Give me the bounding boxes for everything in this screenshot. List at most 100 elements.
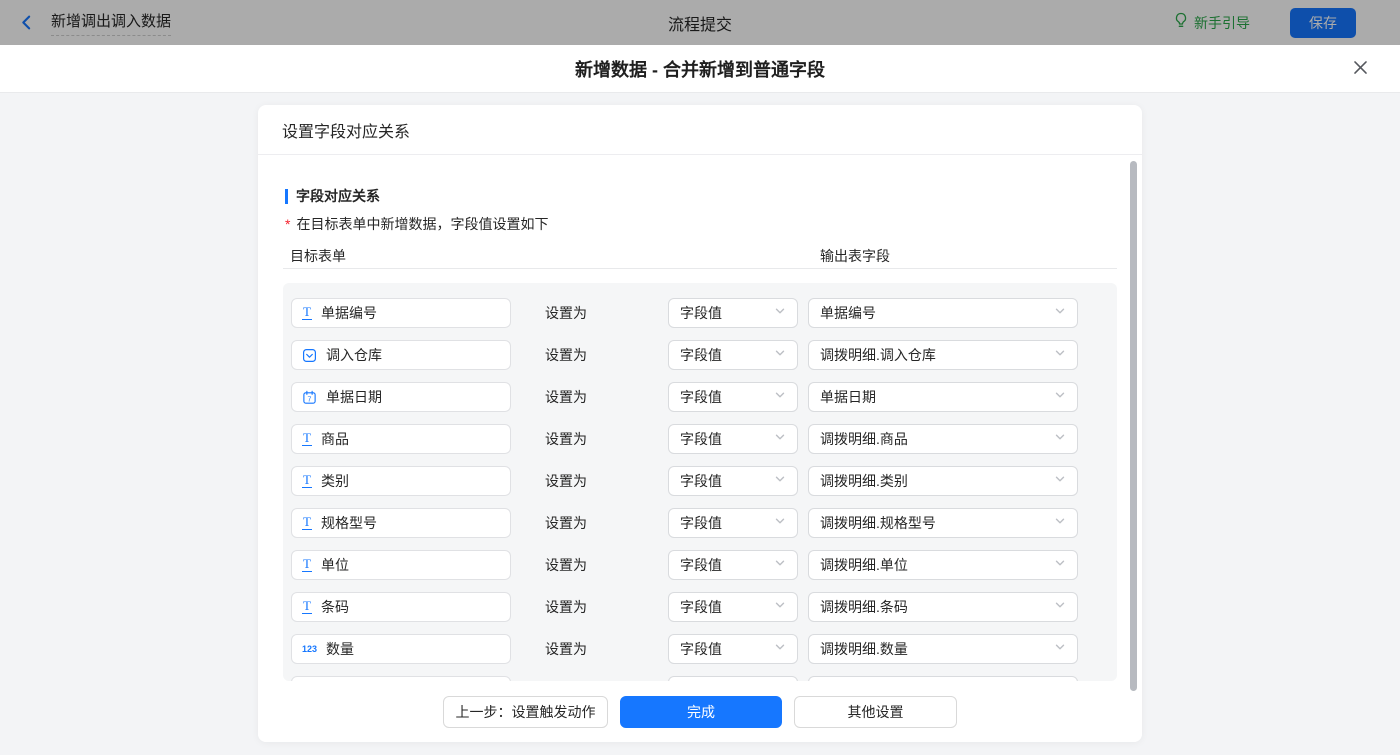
output-field-select[interactable]: 调拨明细.单位 — [808, 550, 1078, 580]
set-as-label: 设置为 — [545, 639, 668, 659]
field-mapping-row: 设置为 — [291, 676, 1117, 681]
modal-title: 新增数据 - 合并新增到普通字段 — [575, 56, 825, 82]
chevron-down-icon — [1054, 472, 1066, 490]
output-field-selected: 调拨明细.单位 — [820, 555, 908, 575]
date-field-icon: 7 — [302, 390, 317, 405]
target-field-label: 单据编号 — [321, 303, 377, 323]
card-footer: 上一步：设置触发动作 完成 其他设置 — [258, 681, 1142, 742]
target-field-label: 单据日期 — [326, 387, 382, 407]
set-as-label: 设置为 — [545, 345, 668, 365]
chevron-down-icon — [1054, 430, 1066, 448]
value-mode-selected: 字段值 — [680, 345, 722, 365]
value-mode-select[interactable]: 字段值 — [668, 466, 798, 496]
done-button[interactable]: 完成 — [620, 696, 782, 728]
svg-text:7: 7 — [308, 396, 312, 403]
output-field-selected: 单据日期 — [820, 387, 876, 407]
target-field-label: 调入仓库 — [326, 345, 382, 365]
output-field-select[interactable]: 调拨明细.规格型号 — [808, 508, 1078, 538]
set-as-label: 设置为 — [545, 429, 668, 449]
value-mode-selected: 字段值 — [680, 387, 722, 407]
output-field-selected: 调拨明细.数量 — [820, 639, 908, 659]
output-field-select[interactable]: 调拨明细.条码 — [808, 592, 1078, 622]
value-mode-selected: 字段值 — [680, 639, 722, 659]
chevron-down-icon — [774, 514, 786, 532]
value-mode-select[interactable]: 字段值 — [668, 298, 798, 328]
output-field-select[interactable]: 调拨明细.类别 — [808, 466, 1078, 496]
text-field-icon: T — [302, 600, 312, 614]
target-field-chip: T 单位 — [291, 550, 511, 580]
hint-line: * 在目标表单中新增数据，字段值设置如下 — [285, 216, 1117, 232]
output-field-selected: 调拨明细.商品 — [820, 429, 908, 449]
text-field-icon: T — [302, 474, 312, 488]
value-mode-select[interactable]: 字段值 — [668, 340, 798, 370]
field-mapping-row: T 条码 设置为 字段值 调拨明细.条码 — [291, 592, 1117, 622]
output-field-selected: 调拨明细.规格型号 — [820, 513, 936, 533]
output-field-selected: 调拨明细.类别 — [820, 471, 908, 491]
select-field-icon — [302, 348, 317, 363]
text-field-icon: T — [302, 558, 312, 572]
set-as-label: 设置为 — [545, 303, 668, 323]
set-as-label: 设置为 — [545, 387, 668, 407]
hint-text: 在目标表单中新增数据，字段值设置如下 — [296, 214, 548, 234]
card-header-title: 设置字段对应关系 — [258, 105, 1142, 155]
value-mode-select[interactable] — [668, 676, 798, 681]
output-field-select[interactable]: 调拨明细.数量 — [808, 634, 1078, 664]
value-mode-selected: 字段值 — [680, 429, 722, 449]
chevron-down-icon — [1054, 556, 1066, 574]
column-header-target-form: 目标表单 — [290, 246, 346, 266]
field-mapping-row: 123 数量 设置为 字段值 调拨明细.数量 — [291, 634, 1117, 664]
set-as-label: 设置为 — [545, 471, 668, 491]
value-mode-select[interactable]: 字段值 — [668, 634, 798, 664]
close-icon — [1352, 59, 1369, 79]
target-field-label: 商品 — [321, 429, 349, 449]
save-button[interactable]: 保存 — [1290, 8, 1356, 38]
value-mode-select[interactable]: 字段值 — [668, 382, 798, 412]
value-mode-select[interactable]: 字段值 — [668, 424, 798, 454]
field-mapping-row: T 单位 设置为 字段值 调拨明细.单位 — [291, 550, 1117, 580]
field-mapping-row: 调入仓库 设置为 字段值 调拨明细.调入仓库 — [291, 340, 1117, 370]
target-field-chip: 7 单据日期 — [291, 382, 511, 412]
field-mapping-card: 设置字段对应关系 字段对应关系 * 在目标表单中新增数据，字段值设置如下 目标表… — [258, 105, 1142, 742]
output-field-select[interactable]: 单据日期 — [808, 382, 1078, 412]
rows-container: T 单据编号 设置为 字段值 单据编号 — [283, 283, 1117, 681]
value-mode-select[interactable]: 字段值 — [668, 508, 798, 538]
output-field-select[interactable]: 调拨明细.调入仓库 — [808, 340, 1078, 370]
target-field-chip: T 商品 — [291, 424, 511, 454]
output-field-select[interactable]: 调拨明细.商品 — [808, 424, 1078, 454]
chevron-down-icon — [774, 388, 786, 406]
text-field-icon: T — [302, 516, 312, 530]
value-mode-selected: 字段值 — [680, 303, 722, 323]
target-field-chip: T 类别 — [291, 466, 511, 496]
target-field-chip: T 条码 — [291, 592, 511, 622]
topbar: 新增调出调入数据 流程提交 新手引导 保存 — [0, 0, 1400, 45]
section-marker — [285, 189, 288, 204]
column-headers: 目标表单 输出表字段 — [283, 246, 1117, 262]
section-title: 字段对应关系 — [296, 186, 380, 206]
output-field-select[interactable] — [808, 676, 1078, 681]
close-button[interactable] — [1344, 45, 1376, 93]
lightbulb-icon — [1173, 12, 1189, 33]
target-field-label: 数量 — [326, 639, 354, 659]
value-mode-selected: 字段值 — [680, 555, 722, 575]
chevron-down-icon — [774, 556, 786, 574]
beginner-guide-button[interactable]: 新手引导 — [1173, 12, 1250, 33]
value-mode-select[interactable]: 字段值 — [668, 592, 798, 622]
output-field-select[interactable]: 单据编号 — [808, 298, 1078, 328]
set-as-label: 设置为 — [545, 555, 668, 575]
prev-step-button[interactable]: 上一步：设置触发动作 — [443, 696, 608, 728]
card-body: 字段对应关系 * 在目标表单中新增数据，字段值设置如下 目标表单 输出表字段 T… — [258, 188, 1142, 681]
card-scrollbar-thumb[interactable] — [1130, 161, 1137, 691]
target-field-label: 单位 — [321, 555, 349, 575]
value-mode-select[interactable]: 字段值 — [668, 550, 798, 580]
chevron-down-icon — [774, 346, 786, 364]
number-field-icon: 123 — [302, 644, 317, 654]
target-field-label: 条码 — [321, 597, 349, 617]
set-as-label: 设置为 — [545, 513, 668, 533]
text-field-icon: T — [302, 306, 312, 320]
header-divider — [283, 268, 1117, 269]
required-asterisk: * — [285, 216, 290, 232]
other-settings-button[interactable]: 其他设置 — [794, 696, 957, 728]
chevron-down-icon — [774, 304, 786, 322]
target-field-chip: T 规格型号 — [291, 508, 511, 538]
chevron-down-icon — [1054, 304, 1066, 322]
